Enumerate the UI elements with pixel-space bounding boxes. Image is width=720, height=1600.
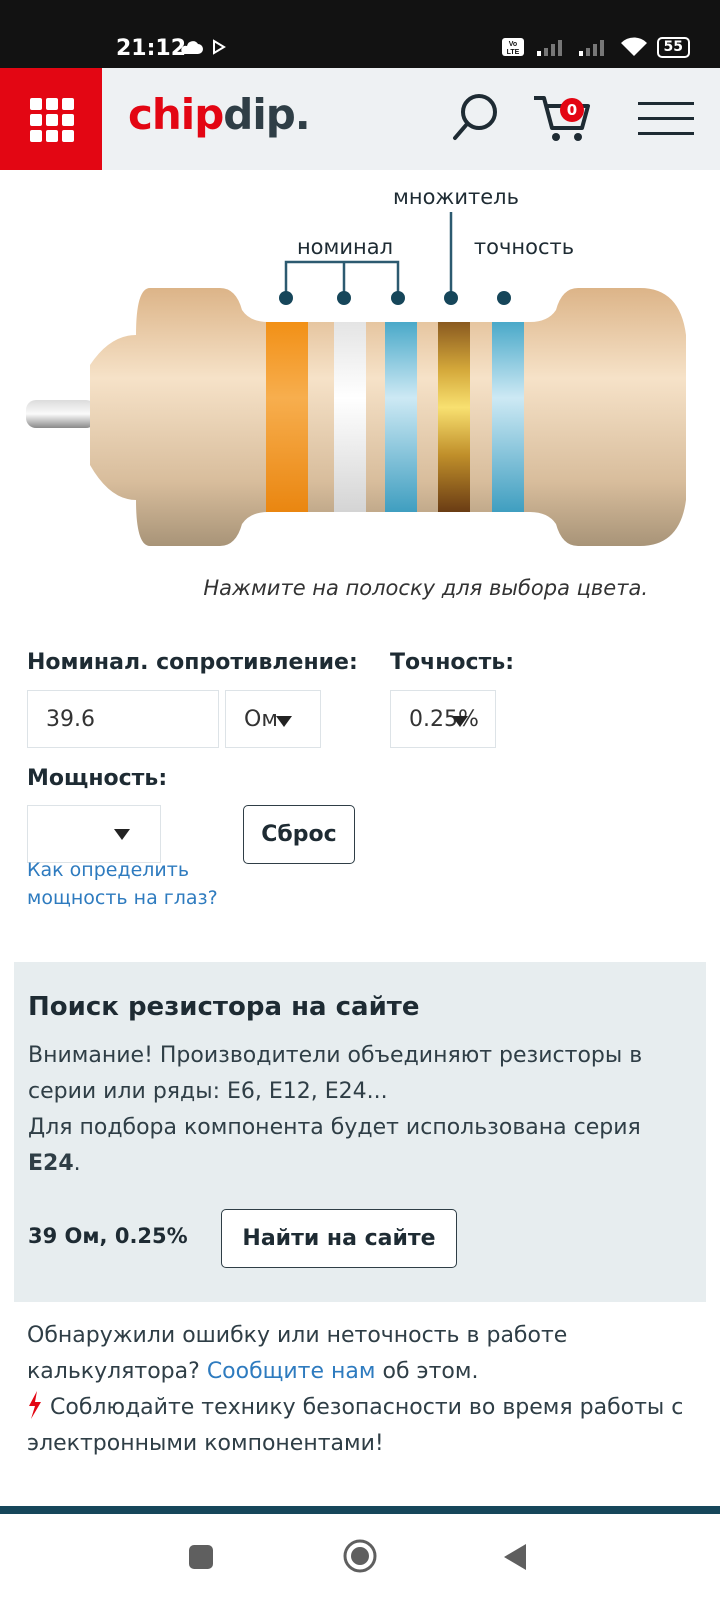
resistor-diagram: множитель номинал точность <box>0 170 720 630</box>
footer-divider <box>0 1506 720 1514</box>
error-text-end: об этом. <box>382 1359 479 1384</box>
series-period: . <box>73 1151 81 1176</box>
search-panel-title: Поиск резистора на сайте <box>28 992 420 1022</box>
accuracy-select[interactable]: 0.25% <box>390 690 496 748</box>
hamburger-menu-icon[interactable] <box>638 102 694 136</box>
find-on-site-button[interactable]: Найти на сайте <box>221 1209 457 1268</box>
svg-text:LTE: LTE <box>506 49 519 56</box>
power-help-link[interactable]: Как определить мощность на глаз? <box>27 856 267 912</box>
series-name: E24 <box>28 1151 74 1176</box>
lightning-icon <box>29 1391 41 1419</box>
chipdip-logo[interactable]: chipdip. <box>128 90 311 139</box>
diagram-caption: Нажмите на полоску для выбора цвета. <box>203 576 648 600</box>
status-time: 21:12 <box>116 36 187 61</box>
battery-icon: 55 <box>656 36 690 58</box>
accuracy-value: 0.25% <box>409 706 479 732</box>
safety-text: Соблюдайте технику безопасности во время… <box>27 1395 684 1456</box>
status-right: Vo LTE 55 <box>501 36 690 58</box>
label-nominal: номинал <box>297 235 393 259</box>
band-multiplier[interactable] <box>438 322 470 512</box>
power-label: Мощность: <box>27 766 168 791</box>
volte-icon: Vo LTE <box>501 38 524 56</box>
feedback-note: Обнаружили ошибку или неточность в работ… <box>27 1318 707 1462</box>
band-accuracy[interactable] <box>492 322 524 512</box>
grid-icon <box>30 98 74 142</box>
home-circle-icon[interactable] <box>342 1538 378 1574</box>
band-1[interactable] <box>266 322 308 512</box>
cloud-icon <box>181 39 226 55</box>
cart-count-badge: 0 <box>560 98 584 122</box>
signal-icon-2 <box>578 40 604 56</box>
search-panel: Поиск резистора на сайте Внимание! Произ… <box>14 962 706 1302</box>
site-header: chipdip. 0 <box>0 68 720 170</box>
search-icon[interactable] <box>452 92 500 142</box>
system-navigation-bar <box>0 1514 720 1600</box>
resistor-svg: множитель номинал точность <box>26 185 686 546</box>
catalog-menu-button[interactable] <box>0 68 102 170</box>
notification-icons <box>180 38 226 60</box>
band-3[interactable] <box>385 322 417 512</box>
logo-chip: chip <box>128 90 224 139</box>
wifi-icon <box>620 37 647 56</box>
unit-select[interactable]: Ом <box>225 690 321 748</box>
label-multiplier: множитель <box>393 185 519 209</box>
power-select[interactable] <box>27 805 161 863</box>
series-text: Для подбора компонента будет использован… <box>28 1115 641 1140</box>
signal-icon <box>536 40 562 56</box>
band-2[interactable] <box>334 322 366 512</box>
nominal-input[interactable]: 39.6 <box>27 690 219 748</box>
unit-dropdown-arrow-icon <box>276 716 292 727</box>
svg-text:Vo: Vo <box>508 41 516 48</box>
nominal-label: Номинал. сопротивление: <box>27 650 358 675</box>
cart-icon[interactable] <box>532 92 592 144</box>
accuracy-label: Точность: <box>390 650 515 675</box>
back-triangle-icon[interactable] <box>502 1542 528 1572</box>
unit-value: Ом <box>244 706 278 732</box>
report-link[interactable]: Сообщите нам <box>207 1359 376 1384</box>
logo-dip: dip. <box>223 90 310 139</box>
search-result-value: 39 Ом, 0.25% <box>28 1224 188 1248</box>
status-bar: 21:12 Vo LTE 55 <box>0 0 720 68</box>
search-panel-text: Внимание! Производители объединяют резис… <box>28 1038 688 1182</box>
recents-square-icon[interactable] <box>188 1544 214 1570</box>
accuracy-dropdown-arrow-icon <box>452 716 468 727</box>
label-accuracy: точность <box>474 235 574 259</box>
power-dropdown-arrow-icon <box>114 829 130 840</box>
notice-text: Внимание! Производители объединяют резис… <box>28 1043 643 1104</box>
